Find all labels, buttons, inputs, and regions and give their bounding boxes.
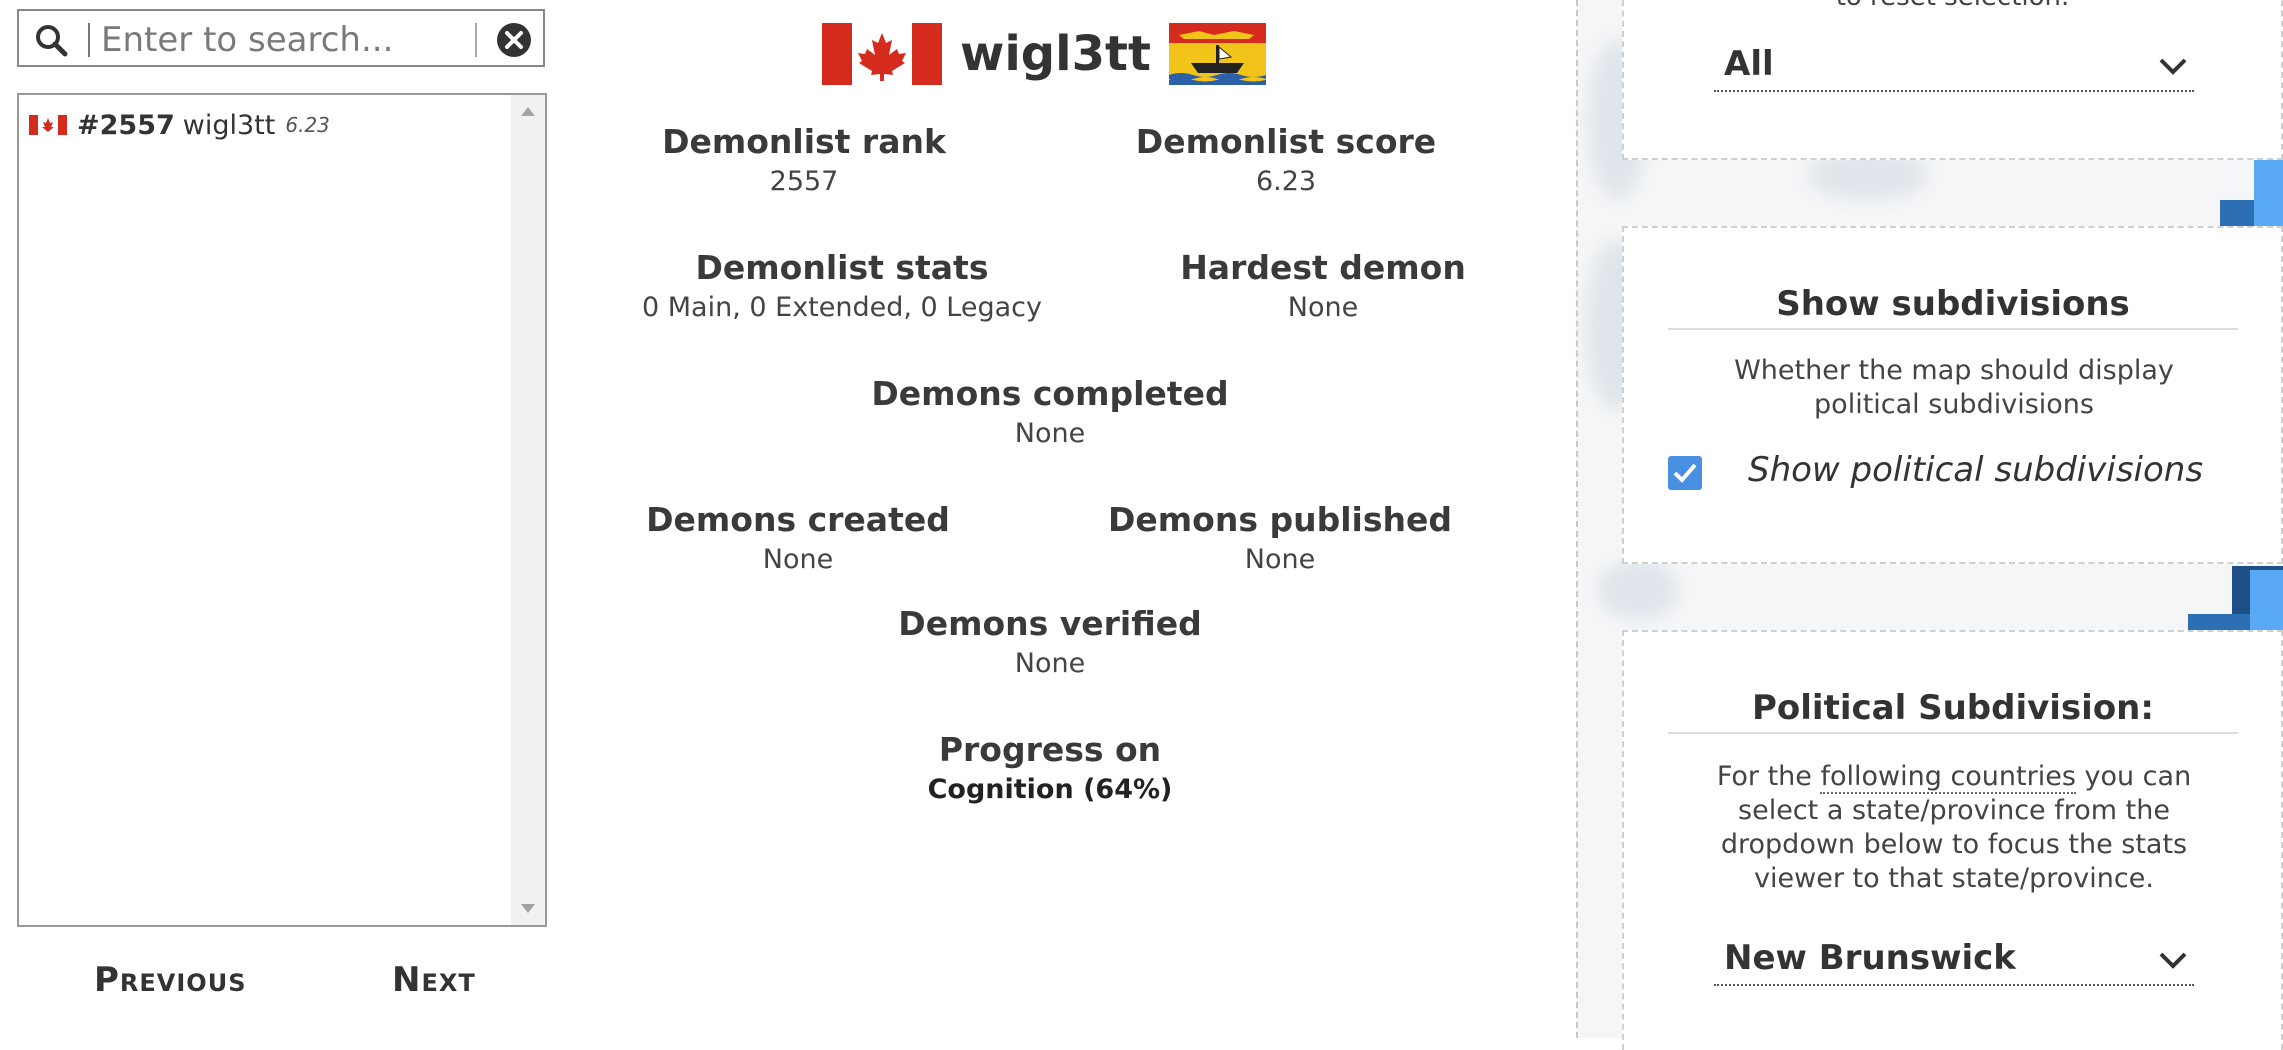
- dropdown-value: New Brunswick: [1724, 938, 2016, 978]
- following-countries-link[interactable]: following countries: [1820, 761, 2076, 794]
- stat-progress-on: Progress on Cognition (64%): [850, 730, 1250, 808]
- stat-hardest-demon: Hardest demon None: [1153, 248, 1493, 326]
- stat-label: Demons verified: [898, 604, 1202, 643]
- check-icon: [1673, 463, 1697, 483]
- show-subdivisions-checkbox[interactable]: [1668, 456, 1702, 490]
- search-box: [17, 9, 545, 67]
- new-brunswick-flag-icon: [1168, 23, 1266, 85]
- stat-value: None: [1244, 544, 1316, 575]
- progress-demon-link[interactable]: Cognition (64%): [850, 772, 1250, 808]
- stat-label: Hardest demon: [1180, 248, 1466, 287]
- canada-flag-icon: [29, 115, 67, 135]
- stat-value: None: [762, 544, 834, 575]
- stat-demons-verified: Demons verified None: [850, 604, 1250, 682]
- stat-label: Demons completed: [871, 374, 1229, 413]
- card-title: Show subdivisions: [1668, 284, 2238, 330]
- results-list[interactable]: #2557 wigl3tt 6.23: [17, 93, 547, 927]
- list-item[interactable]: #2557 wigl3tt 6.23: [29, 105, 330, 145]
- stat-value: None: [1287, 292, 1359, 323]
- search-icon[interactable]: [33, 22, 69, 58]
- reset-hint: to reset selection.: [1624, 0, 2281, 12]
- scroll-up-arrow-icon[interactable]: [521, 107, 535, 116]
- stat-demons-published: Demons published None: [1090, 500, 1470, 578]
- subdivision-dropdown[interactable]: New Brunswick: [1714, 936, 2194, 986]
- stat-value: 6.23: [1255, 166, 1317, 197]
- stat-value: None: [1014, 418, 1086, 449]
- canada-flag-icon: [822, 23, 942, 85]
- stat-label: Demonlist stats: [695, 248, 989, 287]
- dropdown-value: All: [1724, 44, 1774, 84]
- chevron-down-icon: [2159, 58, 2187, 75]
- stat-label: Demonlist score: [1135, 122, 1437, 161]
- stat-label: Progress on: [938, 730, 1162, 769]
- search-divider: [88, 23, 90, 57]
- map-legend-block: [2254, 160, 2283, 227]
- player-score: 6.23: [285, 113, 330, 137]
- player-name: wigl3tt: [182, 109, 276, 141]
- region-filter-card: to reset selection. All: [1622, 0, 2283, 160]
- chevron-down-icon: [2159, 952, 2187, 969]
- card-description: For the following countries you can sele…: [1684, 760, 2224, 896]
- desc-text: For the: [1716, 761, 1821, 792]
- stat-demonlist-rank: Demonlist rank 2557: [634, 122, 974, 200]
- checkbox-label[interactable]: Show political subdivisions: [1748, 450, 2203, 490]
- previous-button[interactable]: Previous: [94, 960, 246, 1000]
- stat-value: 0 Main, 0 Extended, 0 Legacy: [642, 292, 1042, 323]
- stat-value: None: [1014, 648, 1086, 679]
- stat-demons-completed: Demons completed None: [800, 374, 1300, 452]
- stat-label: Demons created: [646, 500, 950, 539]
- search-input[interactable]: [99, 17, 483, 63]
- political-subdivision-card: Political Subdivision: For the following…: [1622, 630, 2283, 1050]
- stat-value: 2557: [769, 166, 839, 197]
- card-title: Political Subdivision:: [1668, 688, 2238, 734]
- card-description: Whether the map should display political…: [1734, 355, 2174, 420]
- map-shape: [1598, 560, 1678, 620]
- stat-demonlist-stats: Demonlist stats 0 Main, 0 Extended, 0 Le…: [602, 248, 1082, 326]
- stat-demonlist-score: Demonlist score 6.23: [1116, 122, 1456, 200]
- subdivisions-toggle-card: Show subdivisions Whether the map should…: [1622, 226, 2283, 564]
- map-legend-block: [2220, 200, 2254, 227]
- player-title: wigl3tt: [960, 26, 1151, 82]
- map-legend-block: [2188, 614, 2250, 630]
- clear-icon[interactable]: [496, 22, 532, 58]
- map-legend-block: [2250, 570, 2283, 630]
- search-divider-right: [475, 23, 477, 57]
- stat-label: Demonlist rank: [662, 122, 946, 161]
- stat-label: Demons published: [1108, 500, 1452, 539]
- player-rank: #2557: [77, 109, 175, 141]
- player-header: wigl3tt: [822, 22, 1266, 86]
- scrollbar[interactable]: [511, 95, 545, 925]
- scroll-down-arrow-icon[interactable]: [521, 904, 535, 913]
- stat-demons-created: Demons created None: [628, 500, 968, 578]
- region-dropdown[interactable]: All: [1714, 42, 2194, 92]
- next-button[interactable]: Next: [392, 960, 476, 1000]
